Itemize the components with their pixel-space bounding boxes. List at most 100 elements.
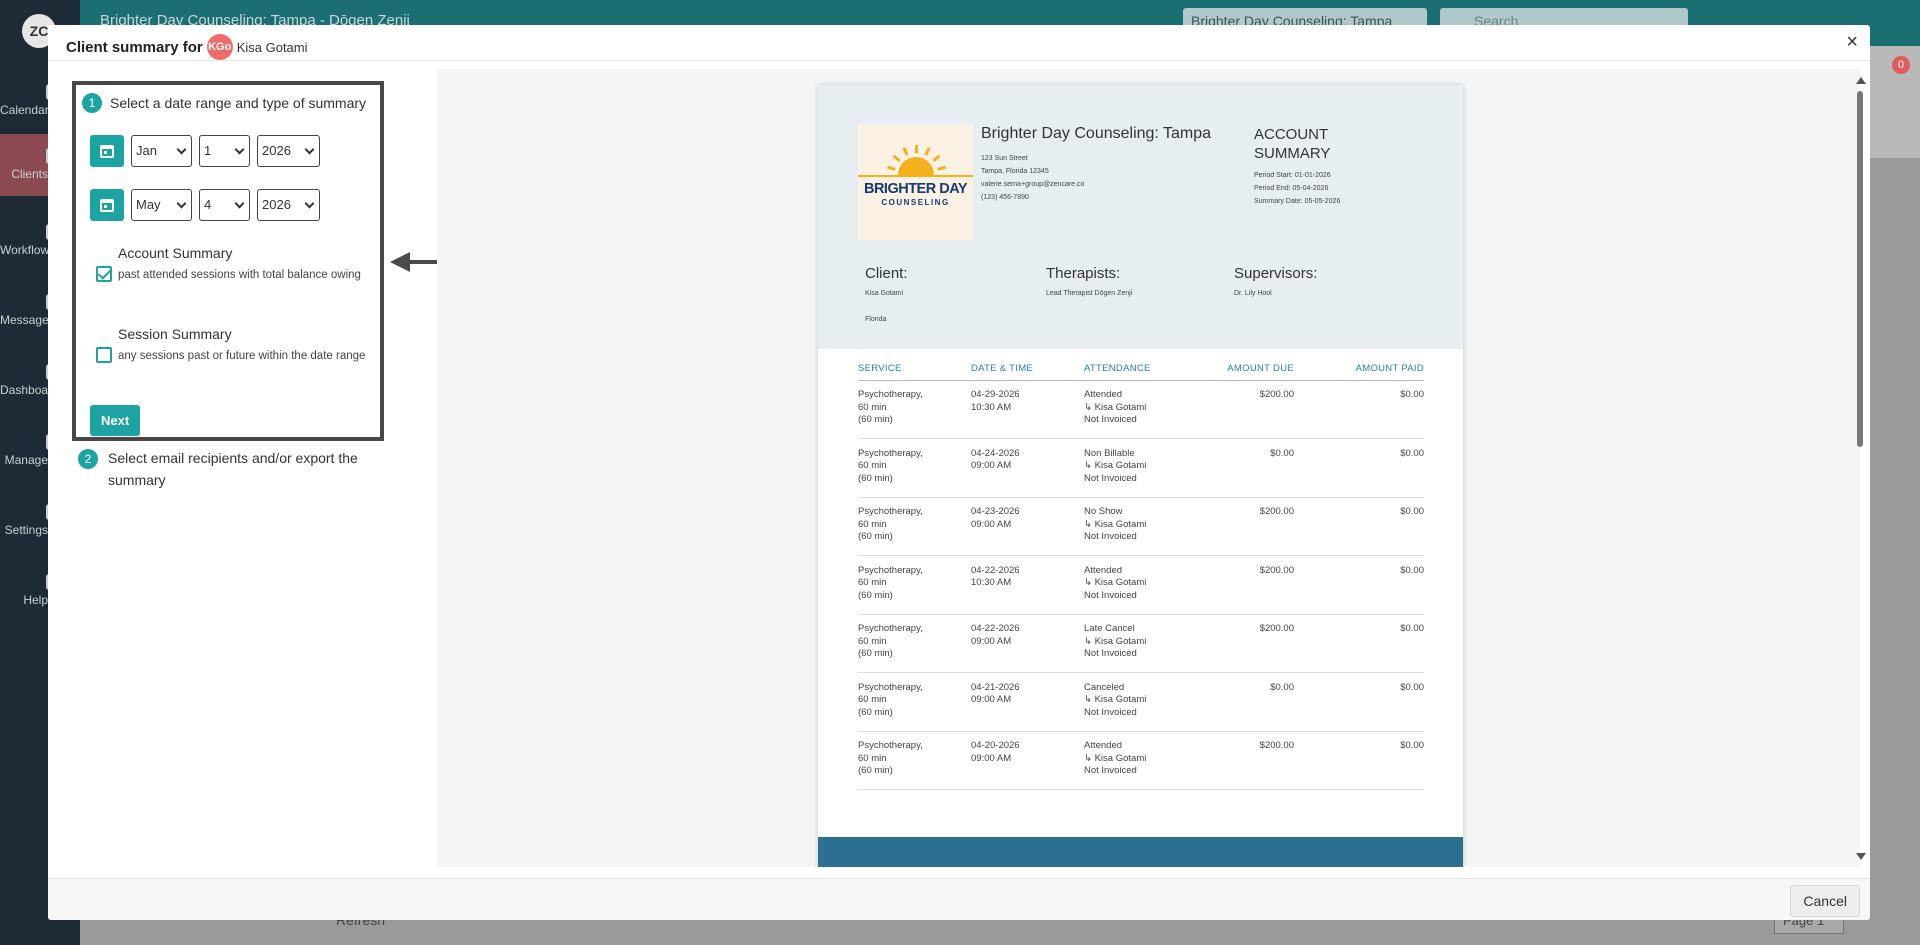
- cell-amount-due: $200.00: [1259, 740, 1294, 751]
- cell-attendance: No Show ↳ Kisa Gotami Not Invoiced: [1084, 506, 1147, 542]
- close-icon[interactable]: ×: [1846, 31, 1858, 54]
- cell-attendance: Non Billable ↳ Kisa Gotami Not Invoiced: [1084, 447, 1147, 484]
- cell-service: Psychotherapy, 60 min (60 min): [858, 740, 923, 776]
- chevron-down-icon: [304, 198, 315, 209]
- cell-amount-paid: $0.00: [1400, 623, 1424, 634]
- start-year-select[interactable]: 2026: [257, 135, 320, 167]
- cell-date-time: 04-22-2026 10:30 AM: [971, 564, 1020, 589]
- next-button[interactable]: Next: [90, 405, 141, 436]
- doc-clinic-address: 123 Sun Street Tampa, Florida 12345 vale…: [981, 155, 1085, 201]
- client-name: Kisa Gotami: [236, 39, 308, 55]
- cell-amount-due: $200.00: [1259, 564, 1294, 576]
- logo-text-sub: COUNSELING: [881, 198, 950, 207]
- step2-number: 2: [78, 449, 98, 469]
- doc-supervisors: Supervisors: Dr. Lily Hool: [1234, 265, 1318, 297]
- cell-amount-paid: $0.00: [1400, 447, 1424, 459]
- doc-summary-meta: Period Start: 01-01-2026 Period End: 05-…: [1254, 172, 1341, 205]
- cell-service: Psychotherapy, 60 min (60 min): [858, 564, 923, 601]
- start-date-calendar-button[interactable]: [90, 135, 124, 167]
- doc-client: Client: Kisa Gotami: [865, 265, 908, 297]
- cell-amount-paid: $0.00: [1400, 564, 1424, 576]
- cell-service: Psychotherapy, 60 min (60 min): [858, 623, 923, 659]
- doc-summary-title: ACCOUNT SUMMARY: [1254, 126, 1331, 162]
- cell-attendance: Attended ↳ Kisa Gotami Not Invoiced: [1084, 389, 1147, 425]
- document-footer-band: [818, 837, 1463, 867]
- end-day-select[interactable]: 4: [199, 189, 250, 221]
- cell-amount-paid: $0.00: [1400, 506, 1424, 517]
- chevron-down-icon: [304, 144, 315, 155]
- cancel-button[interactable]: Cancel: [1790, 885, 1860, 917]
- start-day-select[interactable]: 1: [199, 135, 250, 167]
- table-row: Psychotherapy, 60 min (60 min) 04-21-2026 09…: [858, 674, 1424, 732]
- col-service: SERVICE: [858, 363, 902, 374]
- cell-amount-due: $200.00: [1259, 389, 1294, 400]
- cell-date-time: 04-20-2026 09:00 AM: [971, 740, 1020, 764]
- doc-client-state: Florida: [865, 316, 887, 323]
- step2-title: Select email recipients and/or export th…: [108, 450, 358, 488]
- cell-attendance: Canceled ↳ Kisa Gotami Not Invoiced: [1084, 681, 1147, 718]
- cell-attendance: Attended ↳ Kisa Gotami Not Invoiced: [1084, 564, 1147, 601]
- preview-scrollbar[interactable]: [1852, 69, 1870, 867]
- cell-attendance: Late Cancel ↳ Kisa Gotami Not Invoiced: [1084, 623, 1147, 659]
- account-summary-checkbox[interactable]: [96, 266, 112, 282]
- calendar-icon: [100, 198, 114, 212]
- document-header: BRIGHTER DAY COUNSELING Brighter Day Cou…: [818, 85, 1463, 349]
- cell-date-time: 04-29-2026 10:30 AM: [971, 389, 1020, 413]
- account-summary-label: Account Summary: [118, 245, 233, 261]
- sun-icon: [886, 145, 946, 175]
- col-date-time: DATE & TIME: [971, 363, 1034, 374]
- cell-amount-due: $0.00: [1270, 681, 1294, 693]
- account-summary-desc: past attended sessions with total balanc…: [118, 269, 361, 281]
- session-summary-desc: any sessions past or future within the d…: [118, 350, 366, 362]
- cell-amount-due: $200.00: [1259, 506, 1294, 517]
- cell-date-time: 04-23-2026 09:00 AM: [971, 506, 1020, 530]
- step1-number: 1: [82, 93, 102, 113]
- scroll-down-icon[interactable]: [1856, 853, 1866, 860]
- modal-title: Client summary for KGo Kisa Gotami: [66, 34, 308, 60]
- cell-service: Psychotherapy, 60 min (60 min): [858, 447, 923, 484]
- table-row: Psychotherapy, 60 min (60 min) 04-22-2026 09…: [858, 615, 1424, 673]
- cell-date-time: 04-22-2026 09:00 AM: [971, 623, 1020, 647]
- start-month-select[interactable]: Jan: [131, 135, 192, 167]
- end-date-row: May 4 2026: [90, 189, 320, 221]
- session-summary-checkbox[interactable]: [96, 347, 112, 363]
- cell-amount-paid: $0.00: [1400, 681, 1424, 693]
- col-amount-paid: AMOUNT PAID: [1355, 363, 1424, 374]
- end-date-calendar-button[interactable]: [90, 189, 124, 221]
- table-row: Psychotherapy, 60 min (60 min) 04-20-2026 09…: [858, 732, 1424, 790]
- session-summary-label: Session Summary: [118, 326, 232, 342]
- end-year-select[interactable]: 2026: [257, 189, 320, 221]
- cell-service: Psychotherapy, 60 min (60 min): [858, 681, 923, 718]
- col-amount-due: AMOUNT DUE: [1227, 363, 1294, 374]
- client-avatar: KGo: [206, 34, 233, 60]
- table-row: Psychotherapy, 60 min (60 min) 04-29-2026 10…: [858, 381, 1424, 439]
- step1-title: 1 Select a date range and type of summar…: [82, 93, 366, 113]
- chevron-down-icon: [176, 144, 187, 155]
- scroll-thumb[interactable]: [1857, 91, 1863, 447]
- calendar-icon: [100, 144, 114, 158]
- notification-badge: 0: [1892, 56, 1910, 74]
- doc-therapists: Therapists: Lead Therapist Dōgen Zenji: [1046, 265, 1133, 297]
- col-attendance: ATTENDANCE: [1084, 363, 1151, 374]
- modal-footer: Cancel: [48, 878, 1870, 920]
- cell-amount-due: $200.00: [1259, 623, 1294, 634]
- end-month-select[interactable]: May: [131, 189, 192, 221]
- clinic-logo: BRIGHTER DAY COUNSELING: [858, 125, 973, 240]
- table-row: Psychotherapy, 60 min (60 min) 04-24-2026 09…: [858, 440, 1424, 498]
- scroll-up-icon[interactable]: [1856, 77, 1866, 84]
- chevron-down-icon: [234, 144, 245, 155]
- logo-text-main: BRIGHTER DAY: [863, 181, 968, 197]
- table-row: Psychotherapy, 60 min (60 min) 04-23-2026 09…: [858, 498, 1424, 556]
- cell-attendance: Attended ↳ Kisa Gotami Not Invoiced: [1084, 740, 1147, 776]
- client-summary-modal: Client summary for KGo Kisa Gotami × 1 S…: [48, 25, 1870, 920]
- modal-header: Client summary for KGo Kisa Gotami ×: [48, 25, 1870, 61]
- cell-amount-paid: $0.00: [1400, 389, 1424, 400]
- step1-panel: 1 Select a date range and type of summar…: [72, 81, 384, 441]
- cell-amount-paid: $0.00: [1400, 740, 1424, 751]
- summary-preview[interactable]: BRIGHTER DAY COUNSELING Brighter Day Cou…: [437, 69, 1860, 867]
- table-row: Psychotherapy, 60 min (60 min) 04-22-2026 10…: [858, 557, 1424, 615]
- cell-date-time: 04-24-2026 09:00 AM: [971, 447, 1020, 472]
- chevron-down-icon: [234, 198, 245, 209]
- cell-date-time: 04-21-2026 09:00 AM: [971, 681, 1020, 706]
- doc-clinic-name: Brighter Day Counseling: Tampa: [981, 125, 1212, 142]
